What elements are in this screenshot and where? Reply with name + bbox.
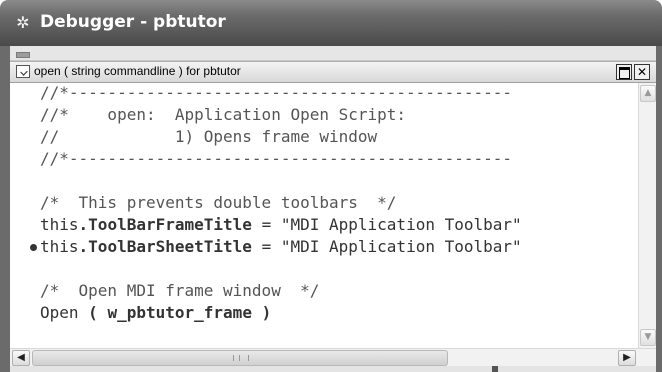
code-line[interactable]: // 1) Opens frame window: [40, 127, 377, 147]
code-line[interactable]: /* Open MDI frame window */: [40, 281, 319, 301]
script-window-titlebar: open ( string commandline ) for pbtutor …: [10, 61, 656, 83]
vertical-scrollbar[interactable]: ▲ ▼: [638, 83, 656, 348]
code-line[interactable]: Open ( w_pbtutor_frame ): [40, 303, 271, 323]
code-line[interactable]: //* open: Application Open Script:: [40, 105, 406, 125]
close-button[interactable]: ✕: [634, 64, 650, 80]
status-bar: [10, 366, 656, 372]
window-titlebar: ✲ Debugger - pbtutor: [0, 0, 662, 46]
scroll-left-icon[interactable]: ◀: [12, 350, 30, 366]
system-menu-icon[interactable]: [16, 52, 30, 58]
horizontal-scrollbar[interactable]: ◀ ▶: [10, 348, 656, 366]
code-line[interactable]: this.ToolBarFrameTitle = "MDI Applicatio…: [40, 215, 522, 235]
script-window: open ( string commandline ) for pbtutor …: [10, 61, 656, 372]
window-frame-right: [656, 46, 662, 372]
horizontal-scroll-thumb[interactable]: [32, 350, 448, 366]
mdi-menu-strip: [10, 46, 656, 61]
breakpoint-icon[interactable]: [30, 244, 37, 251]
scroll-up-icon[interactable]: ▲: [640, 85, 656, 102]
code-editor[interactable]: //*-------------------------------------…: [10, 83, 638, 348]
window-frame-left: [0, 46, 10, 372]
scroll-right-icon[interactable]: ▶: [618, 350, 636, 366]
split-handle[interactable]: [492, 366, 498, 372]
script-icon[interactable]: [16, 65, 30, 78]
grip-icon: [233, 355, 249, 361]
debugger-icon: ✲: [16, 13, 30, 32]
code-line[interactable]: this.ToolBarSheetTitle = "MDI Applicatio…: [40, 237, 522, 257]
code-line[interactable]: /* This prevents double toolbars */: [40, 193, 396, 213]
script-window-caption: open ( string commandline ) for pbtutor: [34, 64, 241, 78]
scroll-down-icon[interactable]: ▼: [640, 329, 656, 346]
restore-button[interactable]: [616, 64, 632, 80]
window-title: Debugger - pbtutor: [40, 12, 226, 32]
code-line[interactable]: //*-------------------------------------…: [40, 83, 512, 103]
code-line[interactable]: //*-------------------------------------…: [40, 149, 512, 169]
